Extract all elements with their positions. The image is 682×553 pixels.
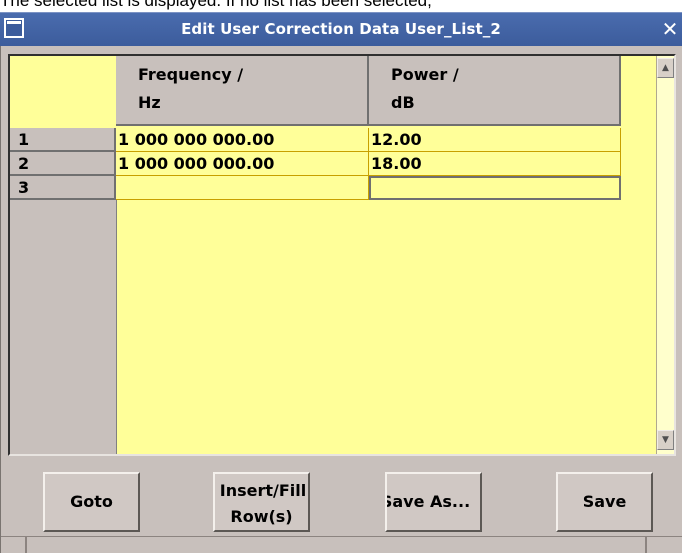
frequency-cell[interactable]: 1 000 000 000.00 [116, 128, 369, 152]
vertical-scrollbar[interactable]: ▲ ▼ [656, 56, 674, 454]
correction-table: Frequency / Hz Power / dB 1 1 000 000 00… [8, 54, 676, 456]
goto-button[interactable]: Goto [43, 472, 140, 532]
insert-fill-label: Insert/Fill [219, 481, 307, 500]
power-cell[interactable]: 12.00 [369, 128, 621, 152]
save-button[interactable]: Save [556, 472, 653, 532]
frequency-cell[interactable] [116, 176, 369, 200]
document-text: The selected list is displayed. If no li… [0, 0, 432, 10]
power-cell[interactable]: 18.00 [369, 152, 621, 176]
column-header-power-unit: dB [391, 93, 415, 112]
scroll-up-icon[interactable]: ▲ [657, 58, 674, 78]
scroll-down-icon[interactable]: ▼ [657, 430, 674, 450]
close-icon[interactable]: ✕ [658, 13, 682, 46]
column-header-frequency-label: Frequency / [138, 65, 244, 84]
status-bar [1, 536, 682, 553]
power-cell-selected[interactable] [369, 176, 621, 200]
dialog-body: Frequency / Hz Power / dB 1 1 000 000 00… [0, 46, 682, 553]
button-bar: Goto Insert/Fill Row(s) Save As... Save [1, 456, 682, 536]
save-as-button[interactable]: Save As... [385, 472, 482, 532]
save-as-label: Save As... [385, 492, 471, 511]
column-header-power[interactable]: Power / dB [369, 56, 621, 126]
table-corner [10, 56, 116, 128]
column-header-power-label: Power / [391, 65, 459, 84]
rows-label: Row(s) [230, 507, 293, 526]
row-index[interactable]: 1 [10, 128, 116, 152]
row-index[interactable]: 3 [10, 176, 116, 200]
page: The selected list is displayed. If no li… [0, 0, 682, 553]
frequency-cell[interactable]: 1 000 000 000.00 [116, 152, 369, 176]
column-header-frequency[interactable]: Frequency / Hz [116, 56, 369, 126]
window-title: Edit User Correction Data User_List_2 [181, 20, 501, 38]
row-index[interactable]: 2 [10, 152, 116, 176]
window-title-bar[interactable]: Edit User Correction Data User_List_2 ✕ [0, 12, 682, 46]
column-header-frequency-unit: Hz [138, 93, 161, 112]
status-divider [645, 537, 647, 553]
insert-fill-rows-button[interactable]: Insert/Fill Row(s) [213, 472, 310, 532]
status-divider [25, 537, 27, 553]
